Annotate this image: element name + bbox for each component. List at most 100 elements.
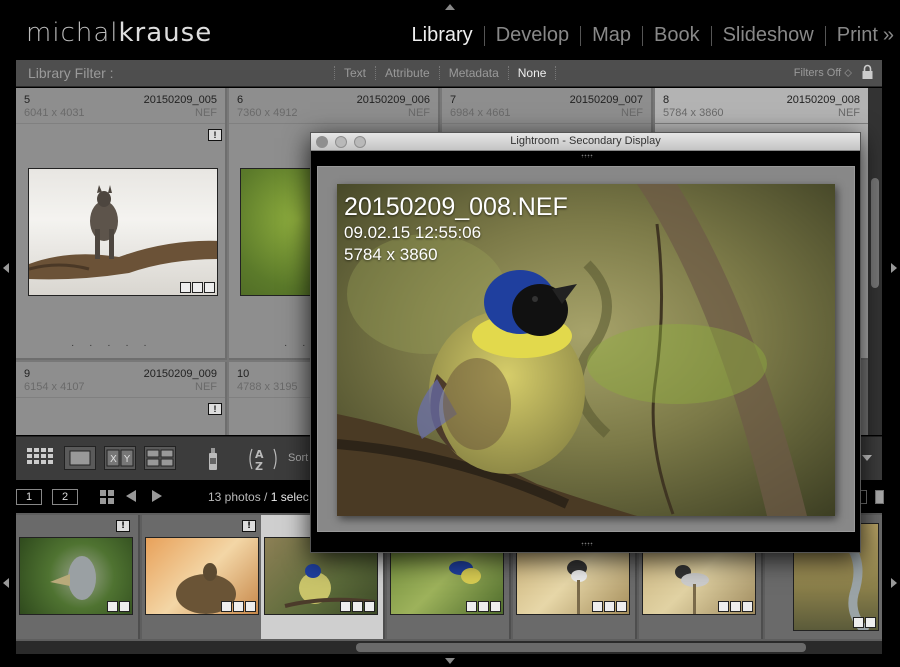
cell-index: 8	[663, 94, 670, 106]
keyword-badge-icon[interactable]	[221, 601, 232, 612]
develop-badge-icon[interactable]	[490, 601, 501, 612]
develop-badge-icon[interactable]	[245, 601, 256, 612]
cell-filename: 20150209_005	[143, 94, 217, 106]
top-panel-toggle-icon[interactable]	[445, 4, 455, 10]
metadata-badge-icon[interactable]: !	[242, 520, 256, 532]
cell-index: 10	[237, 368, 250, 380]
right-panel-toggle-icon[interactable]	[891, 263, 897, 273]
cell-filename: 20150209_006	[356, 94, 430, 106]
filter-preset-dropdown[interactable]: Filters Off ⬦	[794, 67, 852, 80]
grid-cell[interactable]: 5 20150209_005 6041 x 4031 NEF ! · · · ·	[16, 88, 227, 360]
filmstrip-thumb-bird-brown[interactable]	[145, 537, 259, 615]
module-slideshow[interactable]: Slideshow	[712, 24, 825, 47]
cell-index: 5	[24, 94, 31, 106]
crop-badge-icon[interactable]	[192, 282, 203, 293]
module-more-icon[interactable]: »	[880, 24, 894, 47]
grid-scrollbar[interactable]	[868, 88, 882, 435]
filmstrip-scrollbar[interactable]	[16, 641, 882, 654]
bottom-grip-icon[interactable]	[581, 542, 593, 546]
develop-badge-icon[interactable]	[204, 282, 215, 293]
secondary-display-info: 20150209_008.NEF 09.02.15 12:55:06 5784 …	[344, 192, 568, 266]
cell-filename: 20150209_007	[569, 94, 643, 106]
loupe-view-button[interactable]	[64, 446, 96, 470]
lock-icon[interactable]	[862, 64, 873, 80]
develop-badge-icon[interactable]	[742, 601, 753, 612]
previous-arrow-icon[interactable]	[126, 490, 136, 502]
cell-extension: NEF	[621, 107, 643, 119]
thumbnail-badges	[340, 601, 375, 612]
right-filmstrip-toggle-icon[interactable]	[891, 578, 897, 588]
cell-header: 8 20150209_008 5784 x 3860 NEF	[655, 88, 868, 124]
grid-shortcut-icon[interactable]	[100, 490, 114, 504]
secondary-display-frame: 20150209_008.NEF 09.02.15 12:55:06 5784 …	[317, 166, 855, 532]
crop-badge-icon[interactable]	[478, 601, 489, 612]
photo-count-selected: 1 selec	[270, 490, 309, 504]
identity-plate: michalkrause	[26, 18, 212, 48]
keyword-badge-icon[interactable]	[107, 601, 118, 612]
crop-badge-icon[interactable]	[352, 601, 363, 612]
loupe-view-icon	[69, 450, 91, 466]
cell-dimensions: 6984 x 4661	[450, 107, 511, 119]
photo-count: 13 photos / 1 selec	[208, 490, 309, 504]
compare-view-button[interactable]: XY	[104, 446, 136, 470]
develop-badge-icon[interactable]	[364, 601, 375, 612]
cell-index: 9	[24, 368, 31, 380]
module-develop[interactable]: Develop	[485, 24, 580, 47]
develop-badge-icon[interactable]	[865, 617, 876, 628]
survey-view-button[interactable]	[144, 446, 176, 470]
cell-dimensions: 7360 x 4912	[237, 107, 298, 119]
crop-badge-icon[interactable]	[730, 601, 741, 612]
main-display-button[interactable]: 1	[16, 489, 42, 505]
filmstrip-thumb-shoebill[interactable]	[19, 537, 133, 615]
toolbar-menu-chevron-icon[interactable]	[862, 455, 872, 461]
bottom-panel-toggle-icon[interactable]	[445, 658, 455, 664]
grid-scrollbar-thumb[interactable]	[871, 178, 879, 288]
keyword-badge-icon[interactable]	[466, 601, 477, 612]
grid-view-button[interactable]	[26, 446, 56, 470]
secondary-display-photo[interactable]: 20150209_008.NEF 09.02.15 12:55:06 5784 …	[337, 184, 835, 516]
filter-attribute[interactable]: Attribute	[375, 66, 439, 80]
filmstrip-cell[interactable]: !	[142, 515, 266, 639]
filmstrip-cell[interactable]: !	[16, 515, 140, 639]
top-grip-icon[interactable]	[581, 154, 593, 158]
develop-badge-icon[interactable]	[616, 601, 627, 612]
wolf-image	[29, 185, 217, 280]
painter-spray-icon[interactable]	[206, 446, 220, 472]
develop-badge-icon[interactable]	[119, 601, 130, 612]
filter-none[interactable]: None	[507, 66, 557, 80]
next-arrow-icon[interactable]	[152, 490, 162, 502]
thumbnail-wolf[interactable]	[28, 168, 218, 296]
keyword-badge-icon[interactable]	[592, 601, 603, 612]
keyword-badge-icon[interactable]	[340, 601, 351, 612]
metadata-badge-icon[interactable]: !	[208, 129, 222, 141]
grid-cell[interactable]: 9 20150209_009 6154 x 4107 NEF !	[16, 362, 227, 435]
thumbnail-badges	[718, 601, 753, 612]
module-print[interactable]: Print	[826, 24, 880, 47]
sort-label[interactable]: Sort	[288, 452, 308, 464]
crop-badge-icon[interactable]	[604, 601, 615, 612]
sort-direction-icon[interactable]: A Z	[246, 445, 282, 473]
metadata-badge-icon[interactable]: !	[208, 403, 222, 415]
module-map[interactable]: Map	[581, 24, 642, 47]
left-filmstrip-toggle-icon[interactable]	[3, 578, 9, 588]
secondary-display-titlebar[interactable]: Lightroom - Secondary Display	[311, 133, 860, 151]
metadata-badge-icon[interactable]: !	[116, 520, 130, 532]
module-library[interactable]: Library	[401, 24, 484, 47]
cell-dimensions: 6041 x 4031	[24, 107, 85, 119]
filter-text[interactable]: Text	[334, 66, 375, 80]
keyword-badge-icon[interactable]	[853, 617, 864, 628]
keyword-badge-icon[interactable]	[718, 601, 729, 612]
keyword-badge-icon[interactable]	[180, 282, 191, 293]
module-picker: Library Develop Map Book Slideshow Print…	[401, 24, 894, 47]
secondary-display-button[interactable]: 2	[52, 489, 78, 505]
thumbnail-badges	[466, 601, 501, 612]
module-book[interactable]: Book	[643, 24, 711, 47]
filmstrip-toggle-icon[interactable]	[875, 490, 884, 504]
filmstrip-scrollbar-thumb[interactable]	[356, 643, 806, 652]
filter-metadata[interactable]: Metadata	[438, 66, 508, 80]
compare-view-icon: XY	[106, 449, 134, 467]
left-panel-toggle-icon[interactable]	[3, 263, 9, 273]
rating-stars[interactable]: · · · · ·	[71, 340, 153, 351]
identity-plate-first: michal	[26, 18, 119, 48]
crop-badge-icon[interactable]	[233, 601, 244, 612]
